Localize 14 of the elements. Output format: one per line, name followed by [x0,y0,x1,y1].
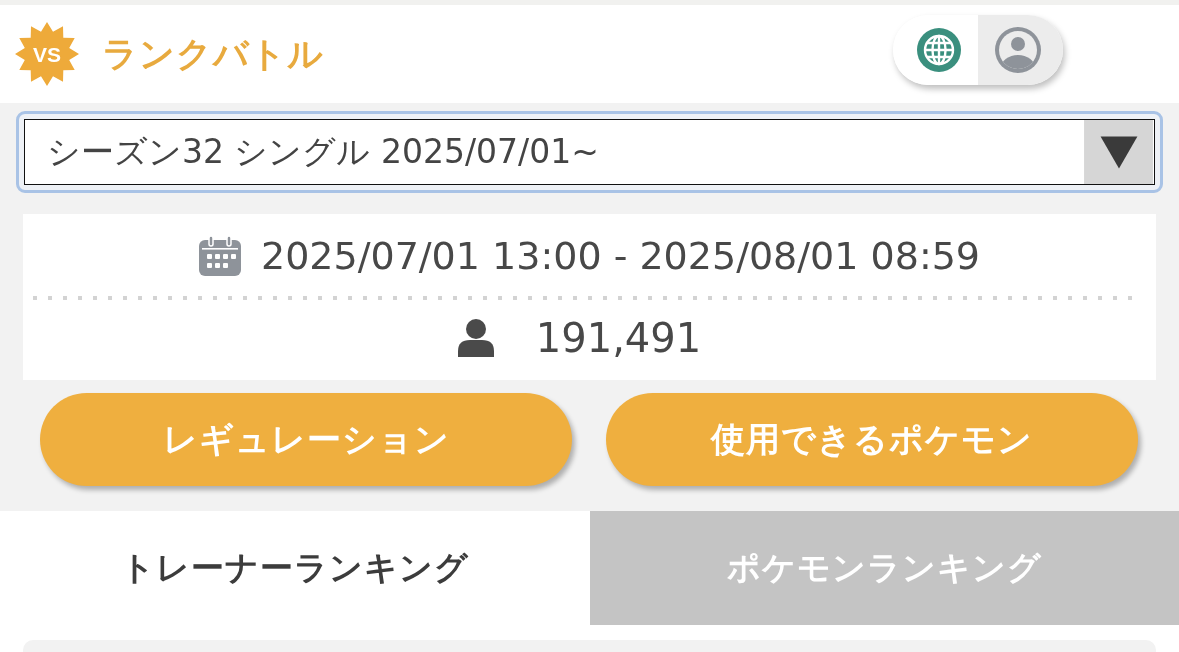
player-count: 191,491 [535,314,702,361]
language-button[interactable] [893,15,978,85]
page-title: ランクバトル [102,32,324,76]
available-pokemon-button[interactable]: 使用できるポケモン [606,393,1138,486]
regulation-button[interactable]: レギュレーション [40,393,572,486]
caret-icon [1083,120,1154,184]
person-icon [457,318,494,357]
vs-logo: VS [14,22,80,86]
account-button[interactable] [978,15,1063,85]
calendar-icon [198,236,241,276]
season-select[interactable]: シーズン32 シングル 2025/07/01~ [16,111,1163,193]
ranking-tab[interactable]: ポケモンランキング [590,511,1179,625]
season-period: 2025/07/01 13:00 - 2025/08/01 08:59 [260,234,981,278]
globe-icon [916,28,961,72]
